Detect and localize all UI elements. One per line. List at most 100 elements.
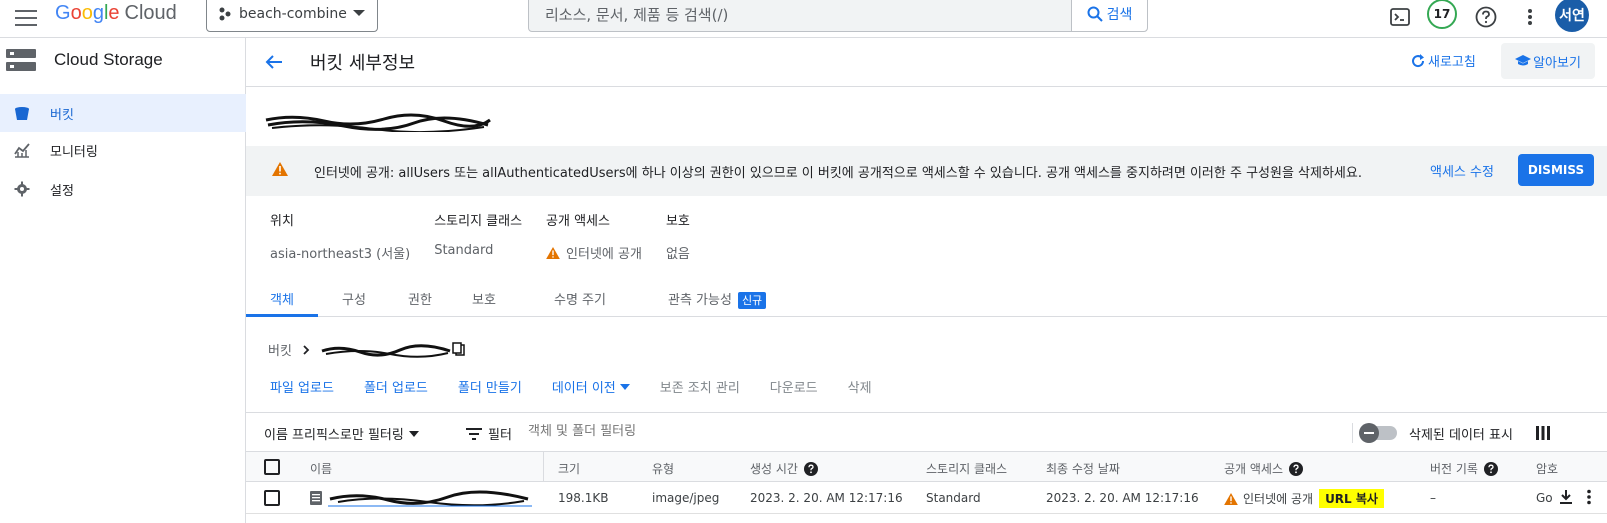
show-deleted-toggle[interactable] — [1359, 423, 1397, 443]
column-header-size[interactable]: 크기 — [558, 460, 580, 477]
copy-url-link[interactable]: URL 복사 — [1319, 489, 1384, 508]
hamburger-menu-icon[interactable] — [12, 4, 40, 32]
back-arrow-icon[interactable] — [260, 48, 288, 76]
download-icon[interactable] — [1558, 489, 1574, 505]
chevron-down-icon — [408, 430, 419, 437]
download-button[interactable]: 다운로드 — [770, 377, 818, 396]
public-access-text: 인터넷에 공개 — [1243, 492, 1314, 506]
storage-class-cell: Standard — [926, 491, 981, 505]
row-checkbox[interactable] — [264, 490, 280, 506]
tab-permissions[interactable]: 권한 — [408, 289, 432, 308]
tab-label: 관측 가능성 — [668, 293, 732, 308]
object-name-cell[interactable] — [310, 489, 532, 507]
sidebar-item-label: 버킷 — [50, 107, 74, 123]
logo-letter: g — [92, 2, 104, 24]
sidebar-item-monitoring[interactable]: 모니터링 — [0, 131, 246, 169]
transfer-data-button[interactable]: 데이터 이전 — [552, 377, 630, 396]
property-location: 위치 asia-northeast3 (서울) — [270, 210, 410, 262]
property-key: 스토리지 클래스 — [434, 214, 523, 229]
help-icon[interactable] — [1289, 461, 1304, 476]
dismiss-button[interactable]: DISMISS — [1518, 154, 1594, 186]
property-storage-class: 스토리지 클래스 Standard — [434, 210, 522, 262]
size-cell: 198.1KB — [558, 491, 609, 505]
property-key: 공개 액세스 — [546, 214, 610, 229]
column-header-encryption[interactable]: 암호 — [1536, 460, 1558, 477]
refresh-button[interactable]: 새로고침 — [1410, 51, 1476, 70]
bucket-icon — [14, 105, 30, 121]
column-header-storage-class[interactable]: 스토리지 클래스 — [926, 460, 1007, 477]
cloud-shell-icon[interactable] — [1385, 2, 1415, 32]
sidebar: Cloud Storage 버킷 모니터링 설정 — [0, 38, 246, 523]
transfer-data-label: 데이터 이전 — [551, 381, 616, 396]
avatar[interactable]: 서연 — [1555, 0, 1589, 32]
school-icon — [1515, 55, 1532, 66]
learn-button[interactable]: 알아보기 — [1501, 43, 1595, 79]
main-content: 버킷 세부정보 새로고침 알아보기 인터넷에 공개: allUsers 또는 a… — [246, 38, 1607, 523]
project-selector[interactable]: beach-combine — [206, 0, 378, 32]
table-row[interactable]: 198.1KB image/jpeg 2023. 2. 20. AM 12:17… — [246, 482, 1607, 514]
warning-icon — [1224, 492, 1238, 505]
sidebar-item-label: 설정 — [50, 183, 74, 199]
manage-holds-button[interactable]: 보존 조치 관리 — [660, 377, 740, 396]
search-button-label: 검색 — [1106, 7, 1133, 23]
refresh-icon — [1412, 53, 1425, 67]
help-icon[interactable] — [803, 461, 818, 476]
sidebar-header: Cloud Storage — [6, 48, 163, 72]
column-header-version-history[interactable]: 버전 기록 — [1430, 460, 1498, 477]
column-header-public-access[interactable]: 공개 액세스 — [1224, 460, 1304, 477]
public-access-cell: 인터넷에 공개 URL 복사 — [1224, 489, 1384, 508]
logo-letter: o — [81, 2, 93, 24]
prefix-filter-dropdown[interactable]: 이름 프리픽스로만 필터링 — [264, 424, 419, 443]
logo-product: Cloud — [124, 2, 177, 24]
edit-access-link[interactable]: 액세스 수정 — [1430, 161, 1494, 180]
tab-observability[interactable]: 관측 가능성 신규 — [668, 289, 767, 309]
search-input[interactable]: 리소스, 문서, 제품 등 검색(/) — [545, 4, 1071, 25]
search-button[interactable]: 검색 — [1071, 0, 1147, 31]
tab-objects[interactable]: 객체 — [270, 289, 294, 308]
filter-button[interactable]: 필터 — [466, 424, 512, 443]
column-header-name[interactable]: 이름 — [310, 460, 332, 477]
tab-protection[interactable]: 보호 — [472, 289, 496, 308]
more-vert-icon[interactable] — [1515, 2, 1545, 32]
chevron-down-icon — [619, 383, 630, 390]
logo-letter: G — [55, 2, 71, 24]
upload-folder-button[interactable]: 폴더 업로드 — [364, 377, 428, 396]
column-header-created[interactable]: 생성 시간 — [750, 460, 818, 477]
sidebar-item-buckets[interactable]: 버킷 — [0, 94, 246, 132]
google-cloud-logo[interactable]: Google Cloud — [55, 2, 177, 25]
property-value: 없음 — [665, 247, 690, 262]
bucket-properties: 위치 asia-northeast3 (서울) 스토리지 클래스 Standar… — [270, 210, 714, 262]
bucket-name-redacted — [265, 113, 491, 132]
top-bar: Google Cloud beach-combine 리소스, 문서, 제품 등 … — [0, 0, 1607, 38]
select-all-checkbox[interactable] — [264, 459, 280, 475]
tab-configuration[interactable]: 구성 — [342, 289, 366, 308]
chevron-down-icon — [353, 10, 365, 16]
delete-button[interactable]: 삭제 — [848, 377, 872, 396]
help-icon[interactable] — [1483, 461, 1498, 476]
tab-lifecycle[interactable]: 수명 주기 — [554, 289, 606, 308]
sidebar-item-settings[interactable]: 설정 — [0, 170, 246, 208]
notifications-badge[interactable]: 17 — [1427, 0, 1457, 29]
active-tab-indicator — [246, 314, 318, 317]
column-display-icon[interactable] — [1533, 423, 1553, 443]
storage-icon — [6, 48, 36, 72]
property-key: 위치 — [270, 214, 294, 229]
show-deleted-label: 삭제된 데이터 표시 — [1409, 427, 1513, 443]
type-cell: image/jpeg — [652, 491, 720, 505]
property-value-wrap: 인터넷에 공개 — [546, 243, 642, 262]
row-more-vert-icon[interactable] — [1586, 489, 1592, 505]
column-header-modified[interactable]: 최종 수정 날짜 — [1046, 460, 1120, 477]
filter-input[interactable] — [528, 424, 828, 439]
file-icon — [310, 491, 322, 505]
filter-bar: 이름 프리픽스로만 필터링 필터 삭제된 데이터 표시 — [246, 412, 1607, 452]
breadcrumb-root[interactable]: 버킷 — [268, 340, 292, 359]
property-key: 보호 — [665, 214, 690, 229]
search-icon — [1087, 6, 1103, 22]
help-icon[interactable] — [1471, 2, 1501, 32]
create-folder-button[interactable]: 폴더 만들기 — [458, 377, 522, 396]
upload-files-button[interactable]: 파일 업로드 — [270, 377, 334, 396]
column-header-label: 공개 액세스 — [1224, 462, 1284, 476]
warning-icon — [272, 162, 288, 176]
search-bar[interactable]: 리소스, 문서, 제품 등 검색(/) 검색 — [528, 0, 1148, 32]
column-header-type[interactable]: 유형 — [652, 460, 674, 477]
